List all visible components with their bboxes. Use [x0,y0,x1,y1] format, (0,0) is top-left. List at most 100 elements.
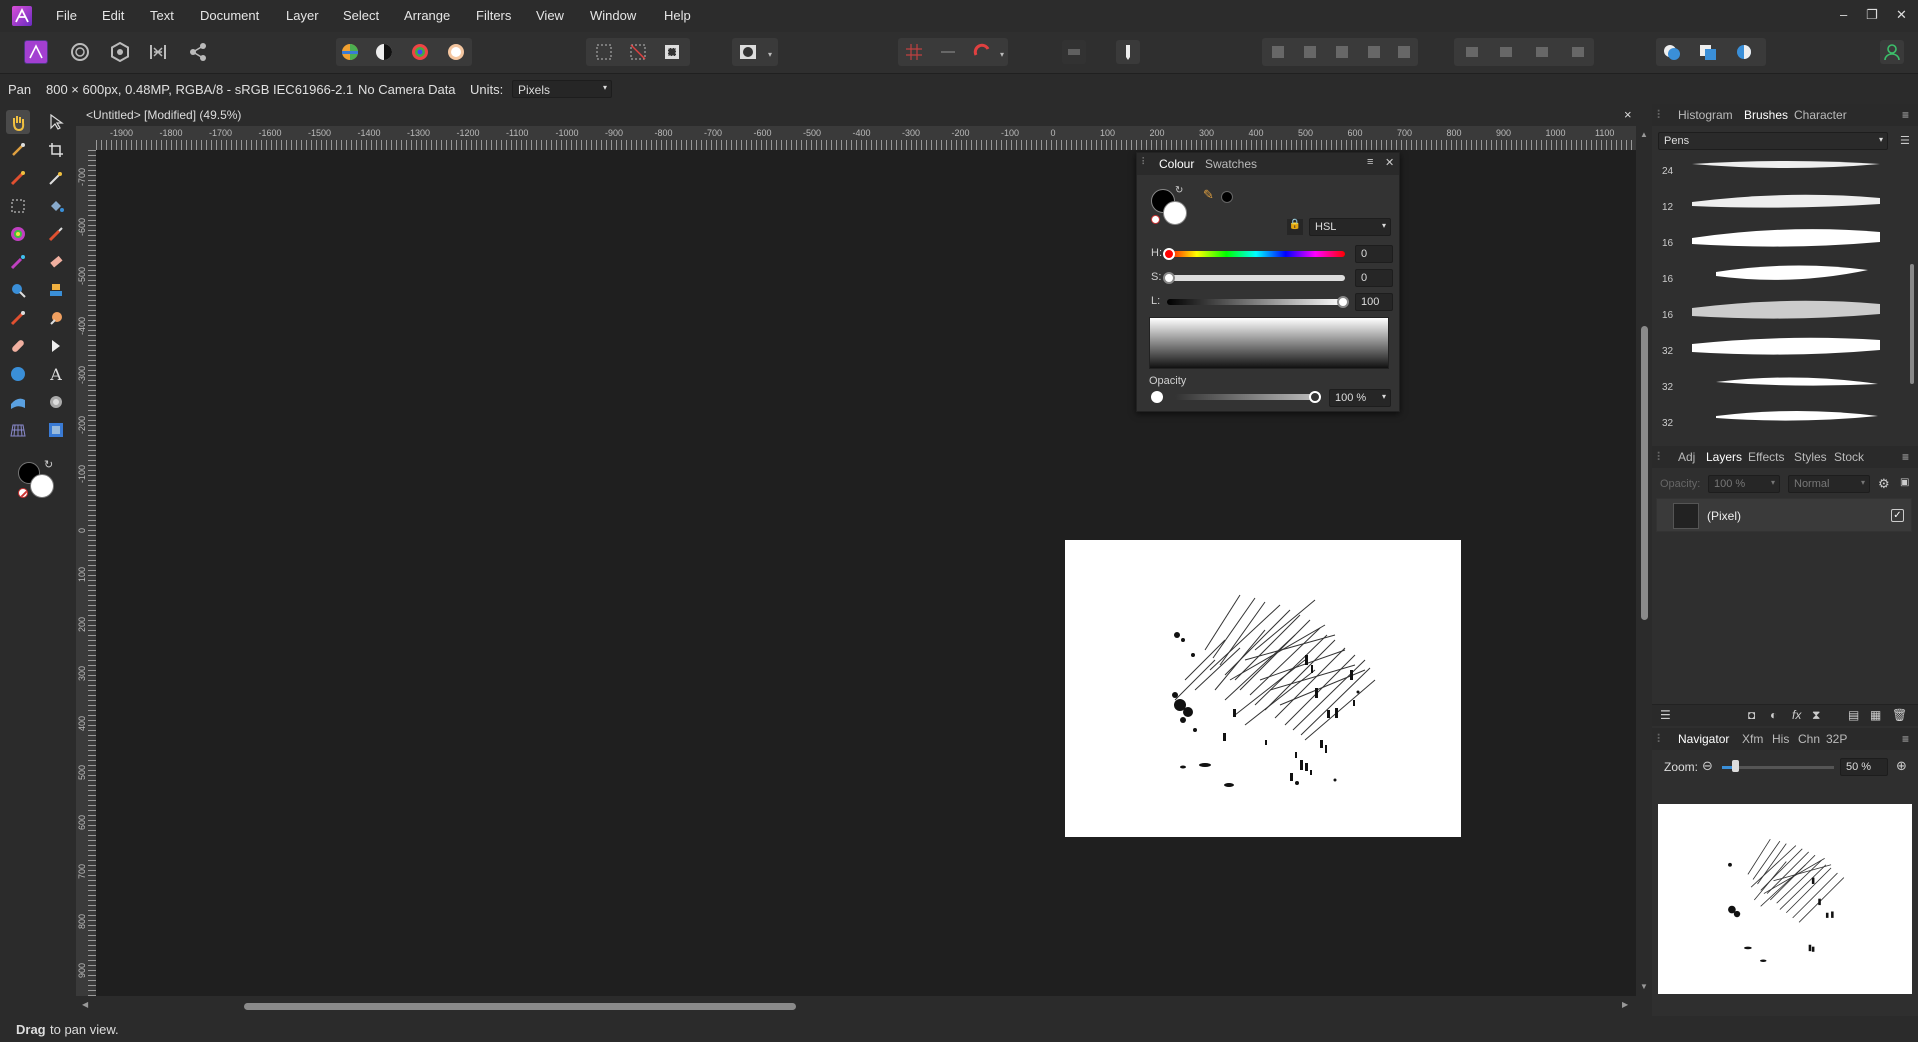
opacity-value-field[interactable]: 100 % ▾ [1329,389,1391,407]
tab-colour[interactable]: Colour [1159,157,1194,171]
layer-row[interactable]: (Pixel) ✓ [1656,498,1912,532]
scroll-down-icon[interactable]: ▼ [1640,982,1648,991]
tab-effects[interactable]: Effects [1748,450,1784,464]
drag-handle-icon[interactable]: ⠇ [1656,450,1665,464]
drag-handle-icon[interactable]: ⠇ [1141,157,1148,168]
menu-layer[interactable]: Layer [286,8,319,23]
arrange-backward-icon[interactable] [1298,40,1322,64]
gear-icon[interactable]: ⚙ [1878,476,1890,492]
brush-item[interactable]: 16 [1652,254,1892,290]
add-group-icon[interactable]: ▤ [1848,708,1859,722]
brush-item[interactable]: 16 [1652,290,1892,326]
colour-replacement-tool-icon[interactable] [6,250,30,274]
restore-icon[interactable]: ❐ [1866,7,1878,23]
tab-styles[interactable]: Styles [1794,450,1827,464]
panel-menu-icon[interactable]: ≡ [1902,450,1909,464]
align-distribute-icon[interactable] [1566,40,1590,64]
erase-brush-tool-icon[interactable] [44,250,68,274]
liquify-persona-icon[interactable] [68,40,92,64]
snapping-magnet-icon[interactable] [970,40,994,64]
colour-preview-gradient[interactable] [1149,317,1389,369]
hue-slider[interactable] [1167,251,1345,257]
tab-history[interactable]: His [1772,732,1789,746]
auto-white-balance-icon[interactable] [444,40,468,64]
healing-brush-tool-icon[interactable] [6,334,30,358]
eyedropper-icon[interactable]: ✎ [1203,187,1214,203]
perspective-tool-icon[interactable] [6,418,30,442]
mesh-warp-tool-icon[interactable] [6,390,30,414]
boolean-intersect-icon[interactable] [1732,40,1756,64]
align-right-icon[interactable] [1530,40,1554,64]
panel-menu-icon[interactable]: ≡ [1367,156,1373,168]
brush-list-scrollbar[interactable] [1908,154,1916,444]
navigator-preview[interactable] [1658,804,1912,994]
close-window-icon[interactable]: ✕ [1896,7,1907,23]
auto-levels-icon[interactable] [338,40,362,64]
document-image[interactable] [1065,540,1461,837]
shape-tool-icon[interactable] [6,362,30,386]
arrange-back-icon[interactable] [1266,40,1290,64]
tab-channels[interactable]: Chn [1798,732,1820,746]
node-tool-icon[interactable] [44,334,68,358]
marquee-tool-icon[interactable] [6,194,30,218]
tab-swatches[interactable]: Swatches [1205,157,1257,171]
vertical-scrollbar[interactable]: ▲ ▼ [1636,126,1652,996]
dodge-tool-icon[interactable] [6,278,30,302]
colour-picker-tool-icon[interactable] [6,138,30,162]
frequency-tool-icon[interactable] [44,418,68,442]
menu-select[interactable]: Select [343,8,379,23]
selection-brush-tool-icon[interactable] [6,166,30,190]
tab-transform[interactable]: Xfm [1742,732,1763,746]
horizontal-ruler[interactable]: -1900 -1800 -1700 -1600 -1500 -1400 -1300 -1200… [96,126,1636,150]
scroll-left-icon[interactable]: ◀ [82,1000,88,1009]
view-tool-hand-icon[interactable] [6,110,30,134]
tone-mapping-persona-icon[interactable] [146,40,170,64]
move-tool-icon[interactable] [44,110,68,134]
flip-icon[interactable] [1062,40,1086,64]
fx-icon[interactable]: fx [1792,708,1801,722]
panel-close-icon[interactable]: ✕ [1385,156,1394,169]
marquee-selection-icon[interactable] [592,40,616,64]
menu-window[interactable]: Window [590,8,636,23]
assistant-icon[interactable] [936,40,960,64]
smudge-tool-icon[interactable] [44,306,68,330]
align-center-icon[interactable] [1494,40,1518,64]
develop-persona-icon[interactable] [108,40,132,64]
blend-mode-dropdown[interactable]: Normal ▾ [1788,475,1870,493]
crop-tool-icon[interactable] [44,138,68,162]
gradient-tool-icon[interactable] [6,222,30,246]
tab-adjustments[interactable]: Adj [1678,450,1695,464]
menu-view[interactable]: View [536,8,564,23]
opacity-slider-thumb[interactable] [1309,391,1321,403]
lock-layer-icon[interactable]: ▣ [1900,477,1909,488]
drag-handle-icon[interactable]: ⠇ [1656,108,1665,122]
layer-opacity-dropdown[interactable]: 100 % ▾ [1708,475,1780,493]
auto-colours-icon[interactable] [408,40,432,64]
tab-brushes[interactable]: Brushes [1744,108,1788,122]
lightness-value-field[interactable]: 100 [1355,293,1393,311]
close-document-icon[interactable]: × [1624,107,1632,122]
swap-icon[interactable]: ↻ [1175,185,1183,196]
tab-character[interactable]: Character [1794,108,1847,122]
arrange-group-icon[interactable] [1392,40,1416,64]
secondary-colour-well[interactable] [30,474,54,498]
tab-32p[interactable]: 32P [1826,732,1847,746]
hue-slider-thumb[interactable] [1163,248,1175,260]
flood-fill-tool-icon[interactable] [44,194,68,218]
red-eye-tool-icon[interactable] [44,390,68,414]
brush-item[interactable]: 24 [1652,154,1892,182]
menu-text[interactable]: Text [150,8,174,23]
brush-category-dropdown[interactable]: Pens ▾ [1658,132,1888,150]
menu-help[interactable]: Help [664,8,691,23]
zoom-out-icon[interactable]: ⊖ [1702,758,1713,774]
document-tab[interactable]: <Untitled> [Modified] (49.5%) × [76,104,1636,126]
zoom-value-field[interactable]: 50 % [1840,758,1888,776]
tab-layers[interactable]: Layers [1706,450,1742,464]
menu-document[interactable]: Document [200,8,259,23]
flood-select-tool-icon[interactable] [44,166,68,190]
units-dropdown[interactable]: Pixels ▾ [512,80,612,98]
blemish-removal-tool-icon[interactable] [6,306,30,330]
menu-file[interactable]: File [56,8,77,23]
text-tool-icon[interactable]: A [44,362,68,386]
opacity-slider[interactable] [1175,394,1315,400]
